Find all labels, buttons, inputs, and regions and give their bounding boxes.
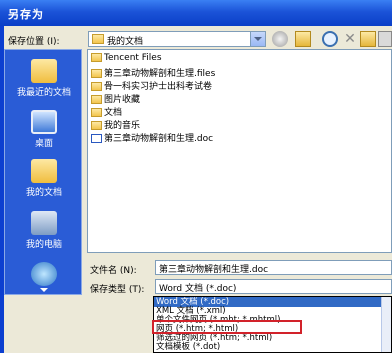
folder-icon [91,95,102,104]
file-name: 图片收藏 [104,95,141,105]
filetype-label: 保存类型 (T): [90,285,145,295]
file-list: Tencent Files 第三章动物解剖和生理.files 骨一科实习护士出科… [87,49,392,253]
place-recent[interactable]: 我最近的文档 [5,59,83,98]
save-in-dropdown[interactable]: 我的文档 [88,31,266,47]
file-name: 文档 [104,108,123,118]
save-in-value: 我的文档 [107,37,144,47]
file-name: 骨一科实习护士出科考试卷 [104,82,213,92]
save-in-label: 保存位置 (I): [8,37,60,47]
folder-icon [91,53,102,62]
network-places-icon [31,262,57,286]
back-icon[interactable] [272,31,288,47]
file-name: 我的音乐 [104,121,141,131]
list-item[interactable]: Tencent Files [91,53,162,65]
list-item[interactable]: 文档模板 (*.dot) [154,342,385,352]
file-name: Tencent Files [104,53,162,63]
place-my-computer[interactable]: 我的电脑 [5,211,83,250]
list-item[interactable]: 文档 [91,105,123,118]
list-item[interactable]: 第三章动物解剖和生理.doc [91,131,214,144]
filename-value: 第三章动物解剖和生理.doc [159,265,269,275]
chevron-down-icon[interactable] [250,32,265,46]
filename-input[interactable]: 第三章动物解剖和生理.doc [155,260,392,275]
filetype-value: Word 文档 (*.doc) [159,284,237,294]
place-label: 桌面 [34,139,53,149]
place-desktop[interactable]: 桌面 [5,110,83,149]
list-item[interactable]: 图片收藏 [91,92,141,105]
scrollbar[interactable] [381,297,391,352]
place-label: 我最近的文档 [16,88,71,98]
recent-documents-icon [31,59,57,83]
window-title: 另存为 [8,8,44,21]
place-network[interactable] [5,262,83,292]
list-item[interactable]: 第三章动物解剖和生理.files [91,66,216,79]
place-my-documents[interactable]: 我的文档 [5,159,83,198]
folder-icon [91,82,102,91]
my-computer-icon [31,211,57,235]
file-name: 第三章动物解剖和生理.doc [104,134,214,144]
folder-icon [91,121,102,130]
places-bar: 我最近的文档 桌面 我的文档 我的电脑 [4,49,82,295]
place-label: 我的电脑 [25,240,62,250]
highlight-annotation [152,320,302,334]
scroll-down-icon[interactable] [40,288,48,292]
folder-icon [91,69,102,78]
up-folder-icon[interactable] [295,31,311,47]
new-folder-icon[interactable] [360,31,376,47]
folder-icon [92,34,104,44]
desktop-icon [31,110,57,134]
my-documents-icon [31,159,57,183]
save-as-dialog: 另存为 保存位置 (I): 我的文档 ✕ 我最近的文档 桌面 我的文档 我的电脑 [0,0,392,353]
word-document-icon [91,134,102,143]
delete-icon[interactable]: ✕ [342,31,358,47]
list-item[interactable]: 骨一科实习护士出科考试卷 [91,79,213,92]
views-menu-icon[interactable] [378,31,392,47]
folder-icon [91,108,102,117]
filetype-dropdown[interactable]: Word 文档 (*.doc) [155,279,392,294]
filename-label: 文件名 (N): [90,266,137,276]
place-label: 我的文档 [25,188,62,198]
list-item[interactable]: 我的音乐 [91,118,141,131]
title-bar[interactable]: 另存为 [0,0,392,26]
search-web-icon[interactable] [322,31,338,47]
file-name: 第三章动物解剖和生理.files [104,69,216,79]
